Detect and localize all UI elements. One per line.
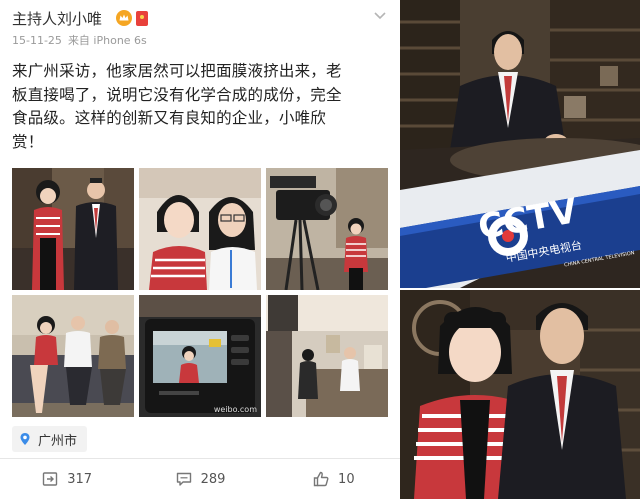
chevron-down-icon[interactable] xyxy=(372,8,388,24)
repost-icon xyxy=(43,472,58,486)
photo-thumbnail[interactable] xyxy=(12,168,134,290)
post-header: 主持人刘小唯 15-11-25 来自 iPhone 6s xyxy=(12,8,392,48)
location-label: 广州市 xyxy=(38,433,78,449)
post-text-line: 赏！ xyxy=(12,132,44,151)
post-body: 来广州采访，他家居然可以把面膜液挤出来，老 板直接喝了，说明它没有化学合成的成份… xyxy=(12,60,392,154)
comment-button[interactable]: 289 xyxy=(133,459,266,499)
thumbs-up-icon xyxy=(313,471,329,487)
photo-thumbnail[interactable] xyxy=(266,295,388,417)
repost-button[interactable]: 317 xyxy=(0,459,133,499)
comment-count: 289 xyxy=(200,471,226,487)
weibo-post: 主持人刘小唯 15-11-25 来自 iPhone 6s 来广州采访，他家居然可以… xyxy=(0,0,400,499)
photo-grid: weibo.com xyxy=(12,168,388,420)
post-meta: 15-11-25 来自 iPhone 6s xyxy=(12,32,147,48)
like-button[interactable]: 10 xyxy=(267,459,400,499)
red-packet-icon xyxy=(136,11,148,26)
photo-host-and-executive[interactable] xyxy=(400,290,640,499)
post-text-line: 板直接喝了，说明它没有化学合成的成份，完全 xyxy=(12,85,342,104)
repost-count: 317 xyxy=(67,471,93,487)
post-text-line: 食品级。这样的创新又有良知的企业，小唯欣 xyxy=(12,109,327,127)
photo-thumbnail[interactable] xyxy=(266,168,388,290)
post-text-line: 来广州采访，他家居然可以把面膜液挤出来，老 xyxy=(12,62,342,80)
photo-cctv-studio[interactable]: CCTV 中国中央电视台 CHINA CENTRAL TELEVISION xyxy=(400,0,640,288)
like-count: 10 xyxy=(338,471,355,487)
post-date: 15-11-25 xyxy=(12,34,62,47)
photo-watermark: weibo.com xyxy=(213,405,257,414)
location-pin-icon xyxy=(20,433,30,445)
comment-icon xyxy=(176,472,191,486)
author-name[interactable]: 主持人刘小唯 xyxy=(12,8,102,29)
photo-thumbnail[interactable] xyxy=(139,168,261,290)
photo-thumbnail[interactable] xyxy=(12,295,134,417)
vip-crown-icon xyxy=(116,10,132,26)
action-bar: 317 289 10 xyxy=(0,459,400,499)
photo-thumbnail[interactable]: weibo.com xyxy=(139,295,261,417)
location-tag[interactable]: 广州市 xyxy=(12,426,88,452)
post-source: 来自 iPhone 6s xyxy=(67,34,147,47)
